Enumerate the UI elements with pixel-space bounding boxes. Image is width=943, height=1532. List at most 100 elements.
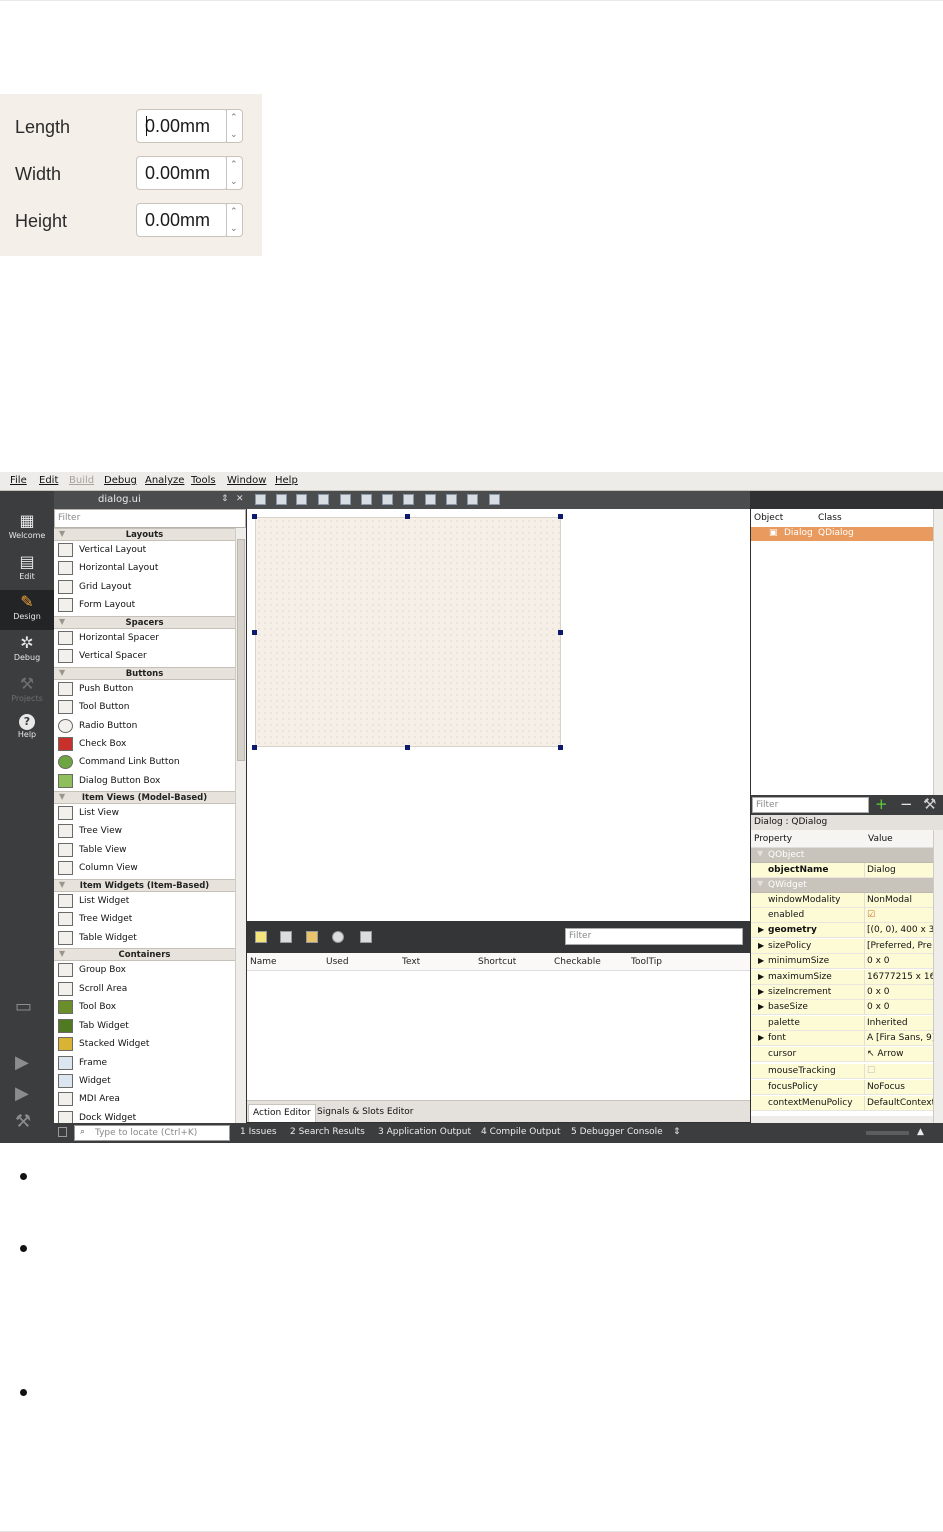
- widget-dialog-button-box[interactable]: Dialog Button Box: [54, 772, 235, 790]
- widget-vertical-layout[interactable]: Vertical Layout: [54, 541, 235, 559]
- property-vertical-scrollbar[interactable]: [933, 830, 943, 1124]
- edit-signals-slots-icon[interactable]: [276, 494, 287, 505]
- widget-box-scrollbar[interactable]: [235, 528, 246, 1123]
- mode-design[interactable]: ✎ Design: [0, 590, 54, 630]
- widget-tree-widget[interactable]: Tree Widget: [54, 910, 235, 928]
- object-row-dialog[interactable]: ▣ Dialog QDialog: [751, 527, 933, 541]
- category-containers[interactable]: ▼ Containers: [54, 948, 235, 961]
- edit-buddies-icon[interactable]: [296, 494, 307, 505]
- up-arrow-icon[interactable]: ⌃: [230, 207, 238, 217]
- lay-out-vertically-icon[interactable]: [361, 494, 372, 505]
- up-arrow-icon[interactable]: ⌃: [230, 160, 238, 170]
- column-value[interactable]: Value: [868, 834, 893, 844]
- object-inspector[interactable]: Object Class ▣ Dialog QDialog: [751, 509, 933, 795]
- splitter-horizontal-icon[interactable]: [382, 494, 393, 505]
- grid-layout-tool-icon[interactable]: [446, 494, 457, 505]
- menu-build[interactable]: Build: [69, 475, 94, 486]
- height-value[interactable]: 0.00mm: [145, 210, 210, 231]
- property-row[interactable]: ▶ baseSize 0 x 0: [751, 1000, 933, 1015]
- widget-table-widget[interactable]: Table Widget: [54, 929, 235, 947]
- width-stepper[interactable]: ⌃ ⌄: [226, 156, 243, 190]
- resize-handle[interactable]: [405, 514, 410, 519]
- widget-stacked-widget[interactable]: Stacked Widget: [54, 1035, 235, 1053]
- action-filter-input[interactable]: Filter: [565, 928, 743, 945]
- length-spinbox[interactable]: 0.00mm: [136, 109, 228, 143]
- up-arrow-icon[interactable]: ⌃: [230, 113, 238, 123]
- resize-handle[interactable]: [252, 745, 257, 750]
- width-value[interactable]: 0.00mm: [145, 163, 210, 184]
- resize-handle[interactable]: [405, 745, 410, 750]
- column-property[interactable]: Property: [754, 834, 792, 844]
- pane-application-output[interactable]: 3 Application Output: [378, 1127, 471, 1137]
- action-table[interactable]: Name Used Text Shortcut Checkable ToolTi…: [247, 953, 750, 1100]
- updown-arrows-icon[interactable]: ⇕: [673, 1127, 681, 1137]
- property-row[interactable]: ▶ sizeIncrement 0 x 0: [751, 985, 933, 1000]
- break-layout-icon[interactable]: [467, 494, 478, 505]
- column-object[interactable]: Object: [754, 513, 783, 523]
- add-property-icon[interactable]: +: [875, 795, 888, 813]
- widget-column-view[interactable]: Column View: [54, 859, 235, 877]
- mode-debug[interactable]: ✲ Debug: [0, 631, 54, 671]
- open-file-name[interactable]: dialog.ui: [98, 494, 141, 505]
- property-row[interactable]: focusPolicy NoFocus: [751, 1080, 933, 1095]
- toggle-sidebar-icon[interactable]: [58, 1127, 67, 1137]
- edit-widgets-icon[interactable]: [255, 494, 266, 505]
- expand-arrow-icon[interactable]: ▶: [758, 1002, 764, 1011]
- dialog-form[interactable]: [255, 517, 561, 747]
- property-row[interactable]: ▶maximumSize16777215 x 16777: [751, 970, 933, 985]
- column-shortcut[interactable]: Shortcut: [478, 957, 516, 967]
- mode-help[interactable]: ? Help: [0, 712, 54, 752]
- widget-filter-input[interactable]: Filter: [54, 509, 246, 528]
- widget-horizontal-layout[interactable]: Horizontal Layout: [54, 559, 235, 577]
- widget-grid-layout[interactable]: Grid Layout: [54, 578, 235, 596]
- width-spinbox[interactable]: 0.00mm: [136, 156, 228, 190]
- widget-widget[interactable]: Widget: [54, 1072, 235, 1090]
- menu-file[interactable]: File: [10, 475, 27, 486]
- scrollbar-thumb[interactable]: [237, 539, 245, 761]
- property-group-qobject[interactable]: ▼ QObject: [751, 848, 933, 863]
- widget-tree-view[interactable]: Tree View: [54, 822, 235, 840]
- property-row[interactable]: ▶ geometry [(0, 0), 400 x 30: [751, 923, 933, 938]
- column-checkable[interactable]: Checkable: [554, 957, 601, 967]
- form-canvas[interactable]: [247, 509, 750, 921]
- expand-arrow-icon[interactable]: ▶: [758, 1033, 764, 1042]
- widget-tab-widget[interactable]: Tab Widget: [54, 1017, 235, 1035]
- widget-table-view[interactable]: Table View: [54, 841, 235, 859]
- expand-arrow-icon[interactable]: ▶: [758, 972, 764, 981]
- updown-arrows-icon[interactable]: ⇕: [221, 494, 229, 504]
- column-text[interactable]: Text: [402, 957, 420, 967]
- document-selector[interactable]: dialog.ui ⇕ ✕: [54, 491, 247, 509]
- widget-radio-button[interactable]: Radio Button: [54, 717, 235, 735]
- progress-indicator[interactable]: [866, 1131, 909, 1135]
- paste-action-icon[interactable]: [306, 931, 318, 943]
- resize-handle[interactable]: [558, 514, 563, 519]
- new-action-icon[interactable]: [255, 931, 267, 943]
- length-value[interactable]: 0.00mm: [145, 116, 210, 137]
- widget-list-view[interactable]: List View: [54, 804, 235, 822]
- chevron-up-icon[interactable]: ▲: [917, 1127, 924, 1137]
- widget-command-link-button[interactable]: Command Link Button: [54, 753, 235, 771]
- configure-wrench-icon[interactable]: ⚒: [923, 795, 936, 813]
- column-name[interactable]: Name: [250, 957, 277, 967]
- splitter-vertical-icon[interactable]: [403, 494, 414, 505]
- object-inspector-scrollbar[interactable]: [933, 509, 943, 795]
- widget-check-box[interactable]: Check Box: [54, 735, 235, 753]
- height-stepper[interactable]: ⌃ ⌄: [226, 203, 243, 237]
- widget-horizontal-spacer[interactable]: Horizontal Spacer: [54, 629, 235, 647]
- widget-mdi-area[interactable]: MDI Area: [54, 1090, 235, 1108]
- close-icon[interactable]: ✕: [236, 494, 244, 504]
- resize-handle[interactable]: [252, 514, 257, 519]
- down-arrow-icon[interactable]: ⌄: [230, 224, 238, 234]
- widget-list-widget[interactable]: List Widget: [54, 892, 235, 910]
- category-layouts[interactable]: ▼ Layouts: [54, 528, 235, 541]
- widget-form-layout[interactable]: Form Layout: [54, 596, 235, 614]
- resize-handle[interactable]: [558, 630, 563, 635]
- monitor-icon[interactable]: ▭: [15, 996, 32, 1017]
- enabled-checkbox[interactable]: ☑: [867, 910, 933, 920]
- mouse-tracking-checkbox[interactable]: ☐: [867, 1066, 933, 1076]
- resize-handle[interactable]: [558, 745, 563, 750]
- edit-tab-order-icon[interactable]: [318, 494, 329, 505]
- widget-push-button[interactable]: Push Button: [54, 680, 235, 698]
- menu-window[interactable]: Window: [227, 475, 266, 486]
- delete-action-icon[interactable]: [332, 931, 344, 943]
